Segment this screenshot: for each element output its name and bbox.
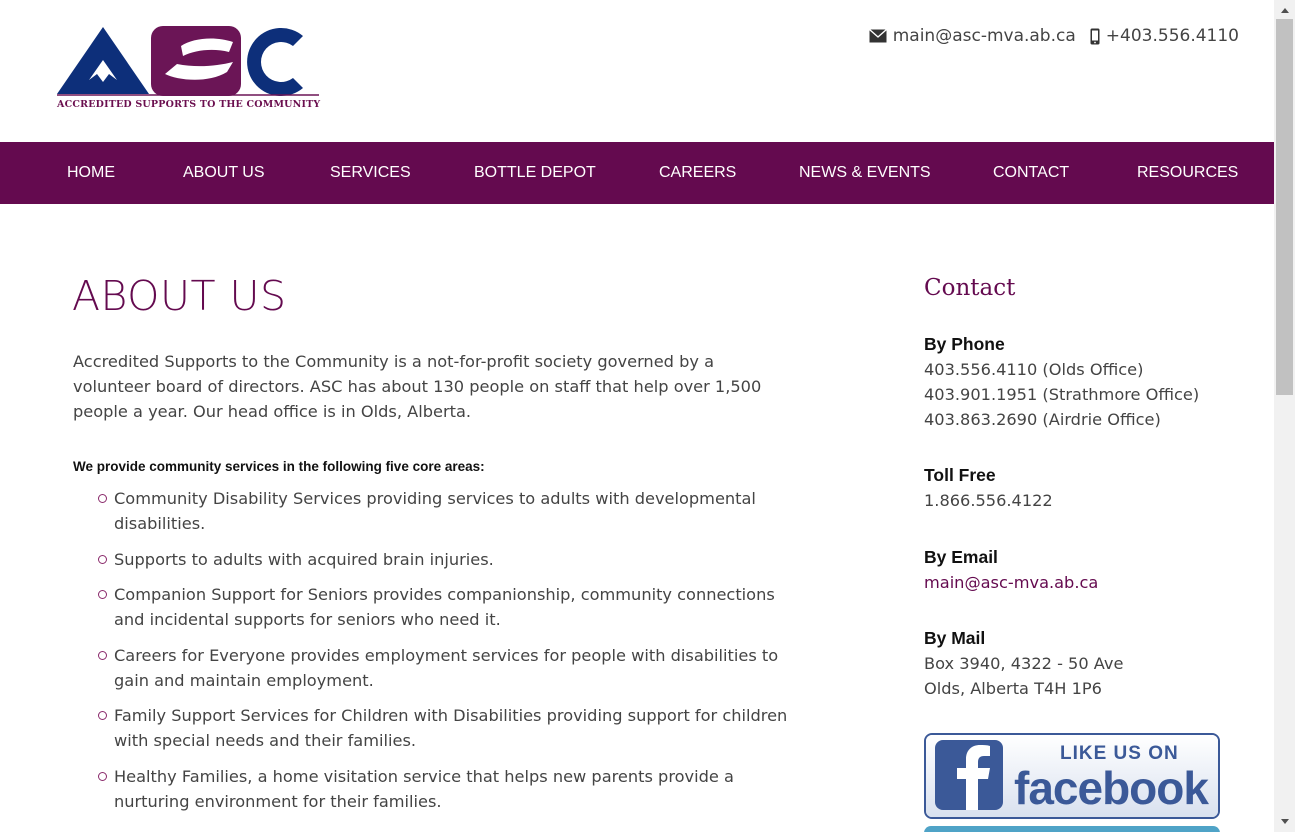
circle-bullet-icon bbox=[98, 711, 107, 720]
nav-services[interactable]: SERVICES bbox=[330, 142, 411, 204]
facebook-like-badge[interactable]: LIKE US ON facebook bbox=[924, 733, 1220, 819]
list-item-text: Community Disability Services providing … bbox=[114, 489, 756, 533]
top-phone-text: +403.556.4110 bbox=[1105, 26, 1239, 46]
list-item-text: Careers for Everyone provides employment… bbox=[114, 645, 779, 690]
page: ACCREDITED SUPPORTS TO THE COMMUNITY mai… bbox=[0, 0, 1274, 832]
phone-strathmore: 403.901.1951 (Strathmore Office) bbox=[924, 385, 1200, 404]
list-item: Community Disability Services providing … bbox=[73, 486, 793, 536]
list-item-text: Healthy Families, a home visitation serv… bbox=[114, 766, 734, 811]
scroll-up-arrow-icon[interactable] bbox=[1274, 2, 1295, 19]
list-item: Family Support Services for Children wit… bbox=[73, 703, 793, 753]
sidebar-email-link[interactable]: main@asc-mva.ab.ca bbox=[924, 573, 1098, 592]
list-item: Companion Support for Seniors provides c… bbox=[73, 582, 793, 632]
intro-paragraph: Accredited Supports to the Community is … bbox=[73, 352, 762, 421]
circle-bullet-icon bbox=[98, 554, 107, 564]
circle-bullet-icon bbox=[98, 650, 107, 660]
core-areas-list: Community Disability Services providing … bbox=[73, 486, 793, 824]
nav-resources[interactable]: RESOURCES bbox=[1137, 142, 1238, 204]
asc-logo-mark bbox=[57, 26, 319, 96]
sidebar-title: Contact bbox=[924, 275, 1016, 301]
nav-home[interactable]: HOME bbox=[67, 142, 115, 204]
circle-bullet-icon bbox=[98, 494, 107, 503]
circle-bullet-icon bbox=[98, 590, 107, 599]
phone-airdrie: 403.863.2690 (Airdrie Office) bbox=[924, 410, 1161, 429]
vertical-scrollbar[interactable] bbox=[1274, 0, 1295, 832]
top-email-link[interactable]: main@asc-mva.ab.ca bbox=[893, 26, 1076, 46]
next-social-badge[interactable] bbox=[924, 826, 1220, 832]
list-item-text: Companion Support for Seniors provides c… bbox=[114, 585, 775, 629]
scroll-down-arrow-icon[interactable] bbox=[1274, 813, 1295, 830]
mail-line-1: Box 3940, 4322 - 50 Ave bbox=[924, 654, 1124, 673]
main-navigation: HOME ABOUT US SERVICES BOTTLE DEPOT CARE… bbox=[0, 142, 1274, 204]
mail-line-2: Olds, Alberta T4H 1P6 bbox=[924, 679, 1102, 698]
list-item: Healthy Families, a home visitation serv… bbox=[73, 764, 793, 814]
nav-news-events[interactable]: NEWS & EVENTS bbox=[799, 142, 931, 204]
asc-logo[interactable]: ACCREDITED SUPPORTS TO THE COMMUNITY bbox=[57, 22, 321, 114]
toll-free-heading: Toll Free bbox=[924, 465, 996, 485]
facebook-brand-text: facebook bbox=[1014, 762, 1209, 814]
by-mail-block: By Mail Box 3940, 4322 - 50 Ave Olds, Al… bbox=[924, 626, 1123, 701]
logo-caption: ACCREDITED SUPPORTS TO THE COMMUNITY bbox=[57, 99, 321, 110]
page-title: ABOUT US bbox=[72, 272, 287, 320]
top-email[interactable]: main@asc-mva.ab.ca bbox=[868, 26, 1076, 46]
by-email-heading: By Email bbox=[924, 547, 998, 567]
scrollbar-thumb[interactable] bbox=[1276, 19, 1293, 395]
phone-olds: 403.556.4110 (Olds Office) bbox=[924, 360, 1144, 379]
list-item: Supports to adults with acquired brain i… bbox=[73, 547, 793, 572]
core-areas-heading: We provide community services in the fol… bbox=[73, 459, 485, 474]
by-phone-heading: By Phone bbox=[924, 334, 1005, 354]
list-item: Careers for Everyone provides employment… bbox=[73, 643, 793, 693]
list-item-text: Family Support Services for Children wit… bbox=[114, 706, 788, 750]
toll-free-number: 1.866.556.4122 bbox=[924, 491, 1053, 510]
envelope-icon bbox=[868, 29, 887, 43]
by-phone-block: By Phone 403.556.4110 (Olds Office) 403.… bbox=[924, 332, 1199, 432]
by-mail-heading: By Mail bbox=[924, 628, 986, 648]
nav-bottle-depot[interactable]: BOTTLE DEPOT bbox=[474, 142, 596, 204]
circle-bullet-icon bbox=[98, 771, 107, 781]
nav-careers[interactable]: CAREERS bbox=[659, 142, 736, 204]
toll-free-block: Toll Free 1.866.556.4122 bbox=[924, 463, 1053, 513]
nav-about-us[interactable]: ABOUT US bbox=[183, 142, 265, 204]
list-item-text: Supports to adults with acquired brain i… bbox=[114, 549, 494, 569]
mobile-phone-icon bbox=[1090, 28, 1100, 45]
nav-contact[interactable]: CONTACT bbox=[993, 142, 1069, 204]
by-email-block: By Email main@asc-mva.ab.ca bbox=[924, 545, 1098, 595]
top-contact-bar: main@asc-mva.ab.ca +403.556.4110 bbox=[855, 26, 1239, 46]
top-phone[interactable]: +403.556.4110 bbox=[1090, 26, 1239, 46]
